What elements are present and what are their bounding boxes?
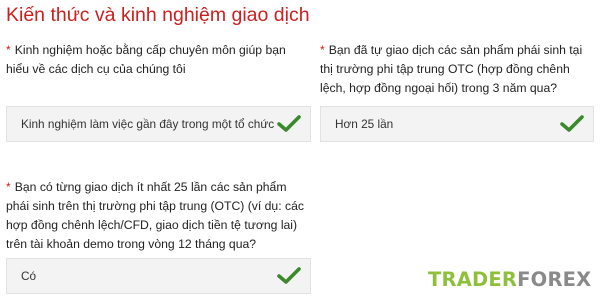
page-title: Kiến thức và kinh nghiệm giao dịch bbox=[6, 4, 310, 26]
logo-trader-text: TRADER bbox=[428, 268, 518, 291]
select-value: Hơn 25 lần bbox=[335, 117, 394, 131]
question-qualification: * Kinh nghiệm hoặc bằng cấp chuyên môn gi… bbox=[6, 41, 310, 79]
check-icon bbox=[277, 115, 301, 132]
qualification-select[interactable]: Kinh nghiệm làm việc gần đây trong một t… bbox=[6, 106, 311, 142]
logo-forex-text: FOREX bbox=[517, 268, 592, 291]
question-text: Bạn đã tự giao dịch các sản phẩm phái si… bbox=[320, 43, 583, 95]
question-text: Bạn có từng giao dịch ít nhất 25 lần các… bbox=[6, 180, 304, 251]
otc-trading-select[interactable]: Hơn 25 lần bbox=[320, 106, 594, 142]
select-value: Có bbox=[21, 269, 37, 283]
check-icon bbox=[277, 267, 301, 284]
question-text: Kinh nghiệm hoặc bằng cấp chuyên môn giú… bbox=[6, 43, 286, 76]
question-otc-trading: * Bạn đã tự giao dịch các sản phẩm phái s… bbox=[320, 41, 596, 98]
select-value: Kinh nghiệm làm việc gần đây trong một t… bbox=[21, 117, 276, 131]
demo-trading-select[interactable]: Có bbox=[6, 258, 311, 294]
check-icon bbox=[560, 115, 584, 132]
required-mark: * bbox=[320, 43, 325, 57]
traderforex-logo: TRADERFOREX bbox=[428, 268, 591, 291]
required-mark: * bbox=[6, 180, 11, 194]
question-demo-trading: * Bạn có từng giao dịch ít nhất 25 lần cá… bbox=[6, 178, 310, 254]
required-mark: * bbox=[6, 43, 11, 57]
